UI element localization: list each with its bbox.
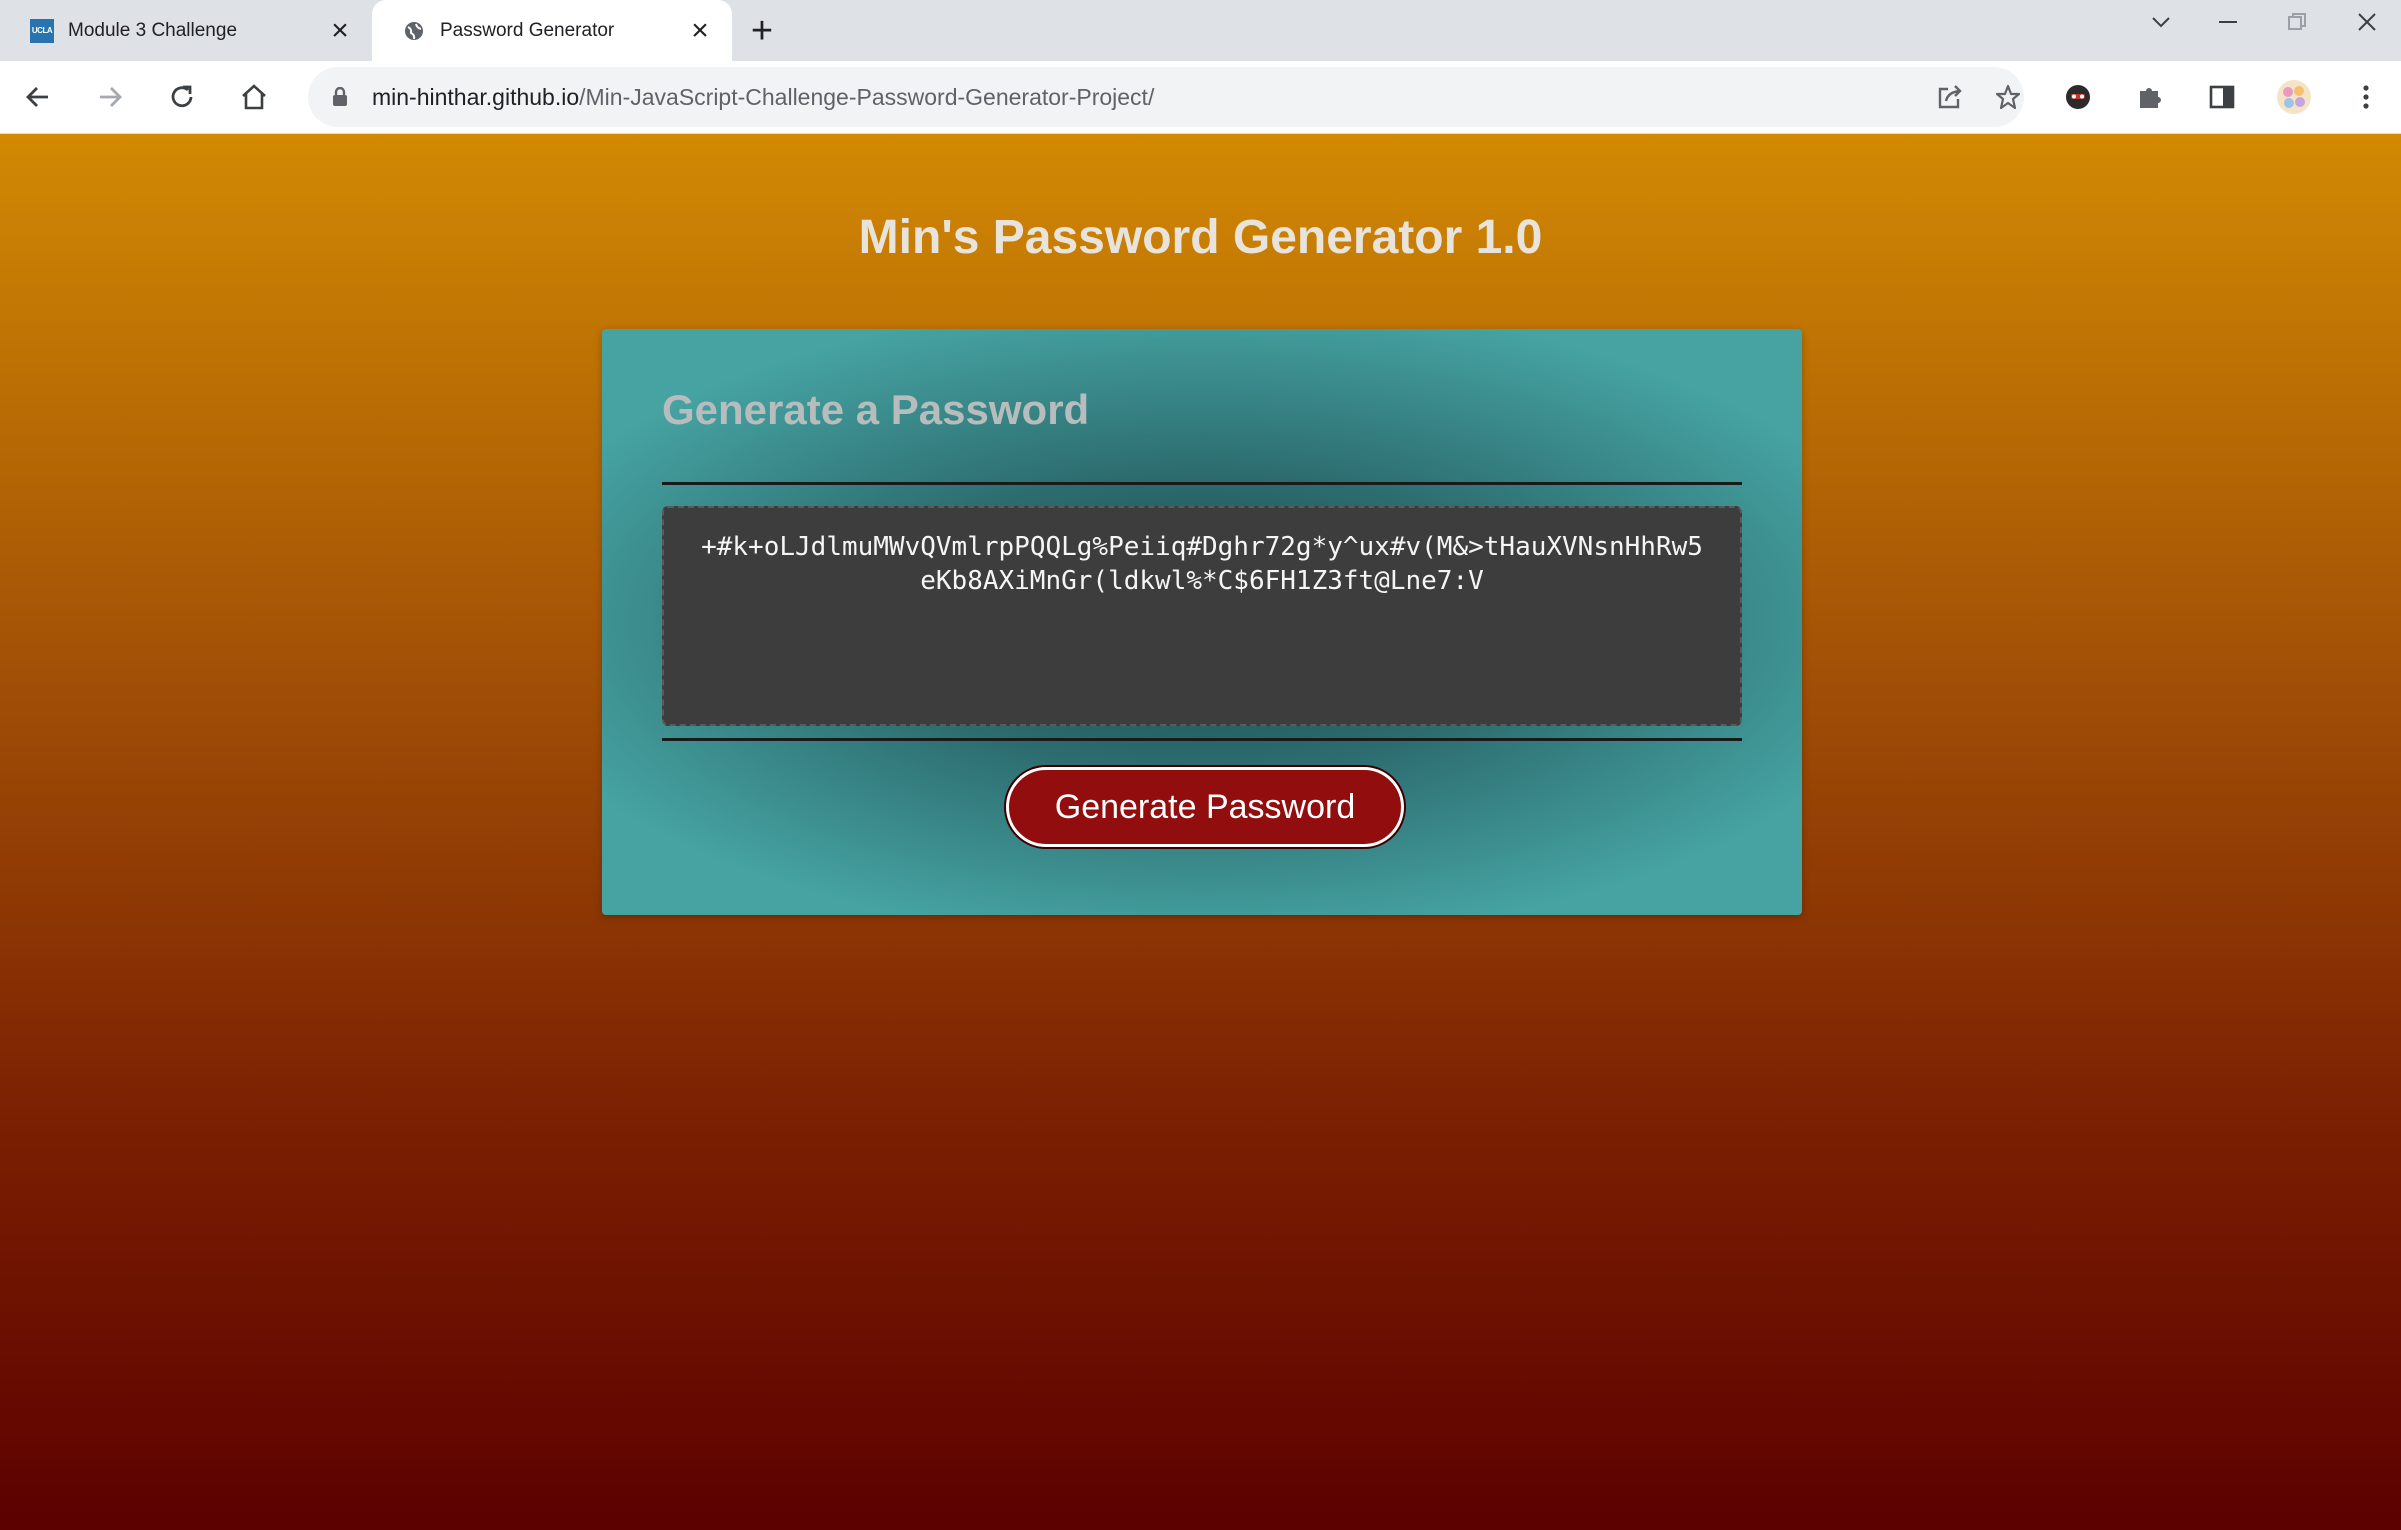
card-footer-divider bbox=[662, 738, 1742, 741]
tab-strip: UCLA Module 3 Challenge × Password Gener… bbox=[0, 0, 2401, 61]
side-panel-icon[interactable] bbox=[2200, 75, 2244, 119]
profile-avatar-icon[interactable] bbox=[2272, 75, 2316, 119]
generator-card: Generate a Password +#k+oLJdlmuMWvQVmlrp… bbox=[602, 329, 1802, 915]
close-window-icon[interactable] bbox=[2334, 0, 2400, 44]
generate-password-button[interactable]: Generate Password bbox=[1006, 767, 1404, 847]
globe-icon bbox=[402, 19, 426, 43]
ucla-icon: UCLA bbox=[30, 18, 54, 43]
forward-icon[interactable] bbox=[88, 75, 132, 119]
page-viewport: Min's Password Generator 1.0 Generate a … bbox=[0, 134, 2401, 1530]
browser-toolbar: min-hinthar.github.io/Min-JavaScript-Cha… bbox=[0, 61, 2401, 134]
menu-kebab-icon[interactable] bbox=[2344, 75, 2388, 119]
extension-icon[interactable] bbox=[2056, 75, 2100, 119]
bookmark-star-icon[interactable] bbox=[1988, 77, 2028, 117]
address-bar[interactable]: min-hinthar.github.io/Min-JavaScript-Cha… bbox=[308, 67, 2024, 127]
card-heading: Generate a Password bbox=[662, 386, 1090, 433]
tab-password-generator[interactable]: Password Generator × bbox=[372, 0, 732, 61]
share-icon[interactable] bbox=[1930, 77, 1970, 117]
url-host: min-hinthar.github.io bbox=[372, 84, 580, 110]
restore-icon[interactable] bbox=[2264, 0, 2330, 44]
password-output[interactable]: +#k+oLJdlmuMWvQVmlrpPQQLg%Peiiq#Dghr72g*… bbox=[662, 506, 1742, 726]
home-icon[interactable] bbox=[232, 75, 276, 119]
reload-icon[interactable] bbox=[160, 75, 204, 119]
url-text[interactable]: min-hinthar.github.io/Min-JavaScript-Cha… bbox=[372, 67, 1154, 127]
new-tab-icon[interactable]: + bbox=[742, 10, 782, 52]
tab-search-icon[interactable] bbox=[2128, 0, 2194, 44]
close-icon[interactable]: × bbox=[326, 15, 354, 45]
tab-title: Module 3 Challenge bbox=[68, 19, 238, 41]
minimize-icon[interactable] bbox=[2195, 0, 2261, 44]
tab-module-3-challenge[interactable]: UCLA Module 3 Challenge × bbox=[0, 0, 372, 61]
lock-icon[interactable] bbox=[332, 86, 348, 112]
card-header: Generate a Password bbox=[662, 389, 1742, 485]
extensions-puzzle-icon[interactable] bbox=[2128, 75, 2172, 119]
tab-title: Password Generator bbox=[440, 19, 615, 41]
back-icon[interactable] bbox=[16, 75, 60, 119]
page-title: Min's Password Generator 1.0 bbox=[858, 211, 1543, 264]
url-path: /Min-JavaScript-Challenge-Password-Gener… bbox=[579, 84, 1155, 110]
close-icon[interactable]: × bbox=[686, 15, 714, 45]
